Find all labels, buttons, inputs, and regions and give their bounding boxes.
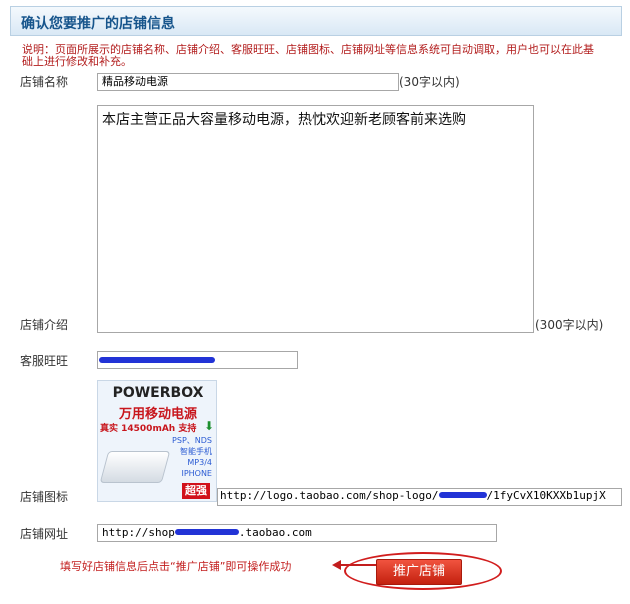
- power-bank-graphic: [99, 451, 171, 483]
- shop-logo-image: POWERBOX 万用移动电源 真实 14500mAh 支持 ⬇ PSP、NDS…: [97, 380, 217, 502]
- icon-url-start: http://logo.taobao.com/shop-logo/: [220, 489, 439, 502]
- shop-icon-label: 店铺图标: [20, 490, 69, 504]
- redaction-mark: [438, 492, 487, 498]
- shop-name-hint: (30字以内): [399, 75, 460, 89]
- notice-text: 说明：页面所展示的店铺名称、店铺介绍、客服旺旺、店铺图标、店铺网址等信息系统可自…: [22, 43, 594, 68]
- logo-devices: PSP、NDS 智能手机 MP3/4 IPHONE: [172, 436, 212, 478]
- service-wangwang-label: 客服旺旺: [20, 354, 69, 368]
- logo-badge: 超强: [182, 483, 210, 499]
- logo-product-name: 万用移动电源: [118, 407, 197, 422]
- shop-icon-url-value: http://logo.taobao.com/shop-logo/ /1fyCvX…: [220, 489, 606, 502]
- logo-spec: 真实 14500mAh 支持: [100, 424, 197, 434]
- logo-brand: POWERBOX: [112, 385, 204, 401]
- shop-intro-hint: (300字以内): [535, 318, 604, 332]
- shop-url-label: 店铺网址: [20, 527, 69, 541]
- section-title: 确认您要推广的店铺信息: [21, 16, 175, 32]
- shop-intro-label: 店铺介绍: [20, 318, 69, 332]
- promote-shop-button[interactable]: 推广店铺: [376, 559, 462, 585]
- shop-name-input[interactable]: 精品移动电源: [97, 73, 399, 91]
- shop-name-label: 店铺名称: [20, 75, 69, 89]
- icon-url-end: /1fyCvX10KXXb1upjX: [486, 489, 606, 502]
- section-header: 确认您要推广的店铺信息: [10, 6, 622, 36]
- redaction-mark: [174, 529, 239, 535]
- shop-intro-textarea[interactable]: 本店主营正品大容量移动电源，热忱欢迎新老顾客前来选购: [97, 105, 534, 333]
- shop-url-prefix: http://shop: [102, 526, 175, 539]
- shop-url-input[interactable]: http://shop .taobao.com: [97, 524, 497, 542]
- down-arrow-icon: ⬇: [204, 419, 215, 433]
- shop-url-suffix: .taobao.com: [238, 526, 312, 539]
- instruction-text: 填写好店铺信息后点击“推广店铺”即可操作成功: [60, 560, 292, 573]
- redaction-mark: [99, 357, 215, 363]
